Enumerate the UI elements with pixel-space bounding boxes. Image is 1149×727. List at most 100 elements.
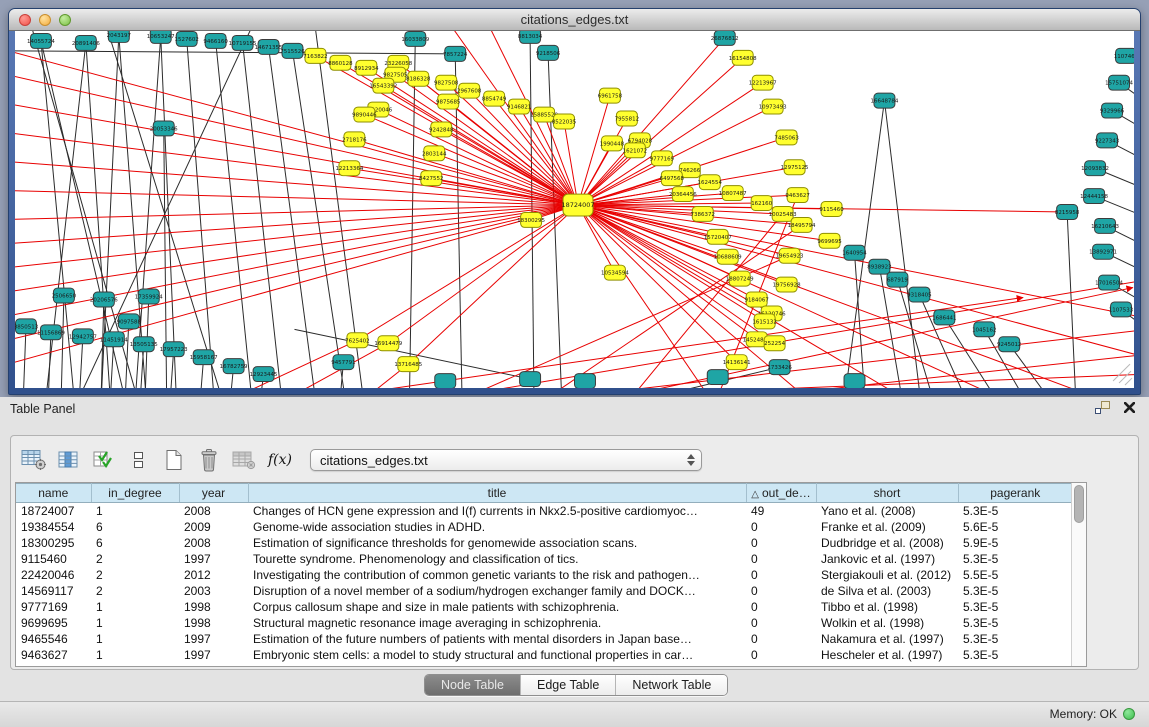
table-cell[interactable]: 0 [746,551,816,567]
graph-node[interactable]: 8427552 [419,171,443,186]
table-cell[interactable]: 1 [91,647,179,663]
column-header-title[interactable]: title [248,484,746,503]
graph-node[interactable]: 14055724 [27,33,55,48]
close-panel-icon[interactable] [1124,402,1135,413]
graph-node[interactable]: 9827508 [434,75,459,90]
graph-node[interactable]: 1640954 [842,245,867,260]
table-cell[interactable]: 19384554 [16,519,91,535]
graph-node[interactable] [435,374,456,388]
table-cell[interactable]: 2 [91,551,179,567]
graph-edge[interactable] [409,39,415,388]
graph-node[interactable]: 8186328 [406,71,431,86]
graph-node[interactable]: 17359924 [135,289,163,304]
graph-node[interactable] [707,370,728,385]
column-header-name[interactable]: name [16,484,91,503]
graph-edge[interactable] [269,47,317,388]
graph-node[interactable]: 16543392 [369,78,397,93]
graph-node[interactable]: 12213364 [335,161,363,176]
table-cell[interactable]: 2008 [179,503,248,520]
graph-node[interactable]: 9457791 [331,355,355,370]
delete-column-button[interactable] [196,447,222,473]
table-cell[interactable]: 18300295 [16,535,91,551]
table-cell[interactable]: 6 [91,519,179,535]
graph-node[interactable]: 17957223 [160,342,188,357]
graph-node[interactable]: 2803144 [422,146,447,161]
column-header-short[interactable]: short [816,484,958,503]
graph-node[interactable]: 1107533 [1109,302,1134,317]
graph-node[interactable]: 17016504 [1095,275,1123,290]
table-cell[interactable]: Corpus callosum shape and size in male p… [248,599,746,615]
graph-node[interactable]: 19756928 [773,277,801,292]
table-cell[interactable]: Estimation of significance thresholds fo… [248,535,746,551]
network-canvas[interactable]: 7163822886012889129342322605898275051654… [15,31,1134,388]
table-cell[interactable]: Disruption of a novel member of a sodium… [248,583,746,599]
function-builder-icon[interactable]: f(x) [268,452,292,468]
graph-edge[interactable] [578,205,1134,359]
graph-node[interactable]: 6961758 [598,88,623,103]
graph-node[interactable]: 1621072 [623,143,647,158]
table-cell[interactable]: 5.3E-5 [958,503,1071,520]
graph-node[interactable]: 10534594 [601,265,629,280]
table-row[interactable]: 946554611997Estimation of the future num… [16,631,1071,647]
graph-node[interactable]: 1615132 [752,314,776,329]
table-cell[interactable]: Tibbo et al. (1998) [816,599,958,615]
graph-node[interactable]: 12975125 [781,160,809,175]
table-cell[interactable]: Genome-wide association studies in ADHD. [248,519,746,535]
selection-mode-button[interactable] [91,447,117,473]
graph-node[interactable]: 7625402 [345,333,369,348]
graph-node[interactable]: 14136141 [723,355,751,370]
close-window-button[interactable] [19,14,31,26]
table-cell[interactable]: 0 [746,535,816,551]
graph-node[interactable]: 7485063 [774,130,799,145]
graph-node[interactable]: 1686441 [932,310,956,325]
table-cell[interactable]: Tourette syndrome. Phenomenology and cla… [248,551,746,567]
table-cell[interactable]: Dudbridge et al. (2008) [816,535,958,551]
table-row[interactable]: 1456911722003Disruption of a novel membe… [16,583,1071,599]
graph-node[interactable]: 8860128 [328,55,353,70]
table-cell[interactable]: 5.3E-5 [958,631,1071,647]
table-row[interactable]: 1872400712008Changes of HCN gene express… [16,503,1071,520]
graph-node[interactable]: 15958167 [190,350,218,365]
graph-edge[interactable] [15,46,578,205]
table-row[interactable]: 911546021997Tourette syndrome. Phenomeno… [16,551,1071,567]
table-cell[interactable]: 2009 [179,519,248,535]
graph-node[interactable]: 20364456 [669,187,697,202]
column-header-out_de[interactable]: △out_de… [746,484,816,503]
graph-edge[interactable] [293,51,347,388]
table-cell[interactable]: 1998 [179,599,248,615]
graph-node[interactable] [844,374,865,388]
table-cell[interactable]: 2 [91,583,179,599]
table-cell[interactable]: 2 [91,567,179,583]
graph-node[interactable]: 14671355 [255,39,283,54]
graph-edge[interactable] [15,205,578,369]
table-select-dropdown[interactable]: citations_edges.txt [310,449,702,471]
table-cell[interactable]: 0 [746,647,816,663]
table-cell[interactable]: 5.5E-5 [958,567,1071,583]
graph-node[interactable]: 9466160 [203,33,228,48]
graph-edge[interactable] [574,288,1133,388]
tab-node-table[interactable]: Node Table [425,675,521,695]
table-cell[interactable]: Changes of HCN gene expression and I(f) … [248,503,746,520]
table-cell[interactable]: 49 [746,503,816,520]
graph-node[interactable]: 7857224 [443,46,468,61]
graph-node[interactable]: 9242848 [429,122,454,137]
table-cell[interactable]: 1997 [179,647,248,663]
table-cell[interactable]: Stergiakouli et al. (2012) [816,567,958,583]
table-cell[interactable]: 9463627 [16,647,91,663]
graph-node[interactable]: 1990448 [600,136,625,151]
table-row[interactable]: 1830029562008Estimation of significance … [16,535,1071,551]
graph-node[interactable]: 10688609 [714,249,742,264]
graph-node[interactable]: 2718176 [342,132,367,147]
graph-node[interactable]: 9115460 [819,202,844,217]
table-scrollbar[interactable] [1071,483,1086,666]
table-cell[interactable]: 22420046 [16,567,91,583]
graph-node[interactable]: 16154808 [729,50,757,65]
table-cell[interactable]: 1998 [179,615,248,631]
graph-node[interactable]: 9777169 [650,151,675,166]
graph-node[interactable]: 20206576 [90,292,118,307]
show-columns-button[interactable] [56,447,82,473]
graph-node[interactable]: 18495794 [788,217,816,232]
graph-node[interactable]: 15720407 [704,229,732,244]
graph-node[interactable]: 10719155 [229,35,257,50]
graph-node[interactable]: 12213967 [749,75,777,90]
